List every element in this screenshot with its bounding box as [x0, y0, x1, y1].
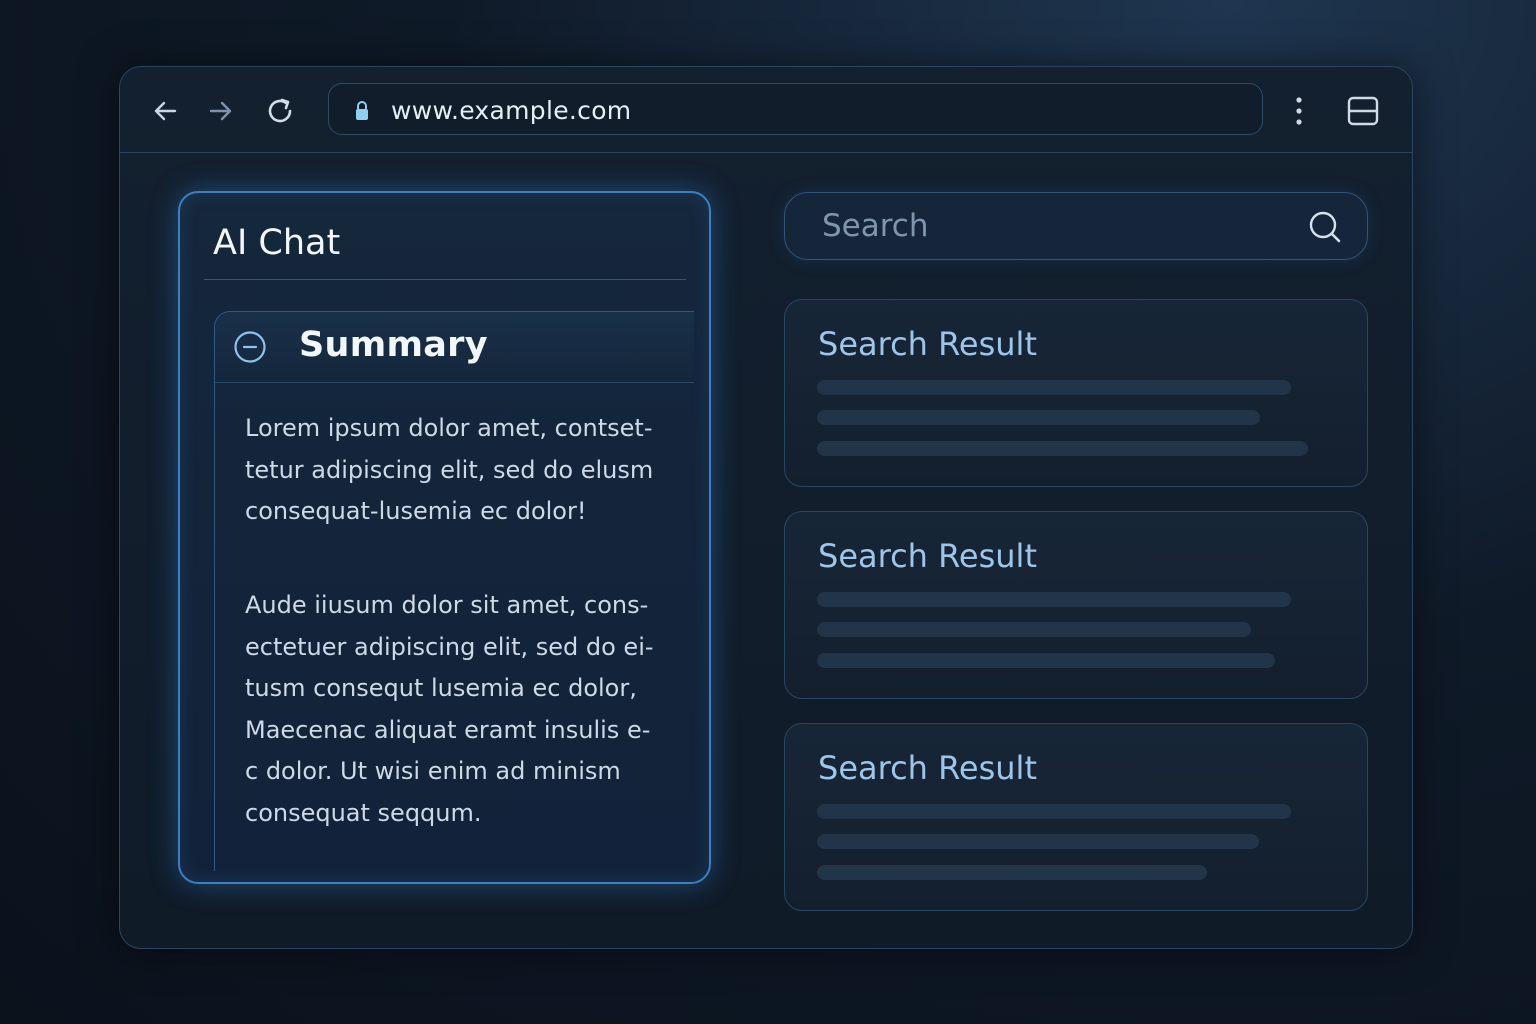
url-text: www.example.com	[391, 96, 632, 125]
skeleton-line	[817, 653, 1275, 668]
chat-title: AI Chat	[213, 223, 341, 263]
arrow-left-icon	[154, 101, 177, 121]
search-input[interactable]: Search	[784, 192, 1368, 260]
back-button[interactable]	[147, 93, 183, 129]
ai-chat-panel: AI Chat Summary Lorem ipsum dolor amet, …	[178, 191, 711, 884]
skeleton-line	[817, 622, 1251, 637]
window-button[interactable]	[1346, 94, 1380, 128]
search-icon[interactable]	[1307, 209, 1343, 245]
result-title: Search Result	[818, 749, 1037, 787]
skeleton-line	[817, 592, 1291, 607]
reload-icon	[268, 98, 292, 123]
kebab-menu-icon	[1296, 97, 1302, 125]
skeleton-line	[817, 441, 1308, 456]
collapse-minus-icon[interactable]	[233, 330, 267, 364]
chat-divider	[204, 279, 686, 280]
result-title: Search Result	[818, 325, 1037, 363]
skeleton-line	[817, 834, 1259, 849]
address-bar[interactable]: www.example.com	[328, 83, 1263, 135]
summary-header[interactable]: Summary	[215, 312, 694, 383]
search-placeholder: Search	[822, 208, 929, 244]
browser-toolbar: www.example.com	[120, 67, 1412, 153]
browser-window: www.example.com AI Chat Summary Lorem ip…	[119, 66, 1413, 949]
browser-menu-button[interactable]	[1283, 93, 1315, 129]
window-icon	[1347, 96, 1379, 126]
forward-button[interactable]	[203, 93, 239, 129]
skeleton-line	[817, 804, 1291, 819]
arrow-right-icon	[209, 101, 232, 121]
search-result-card[interactable]: Search Result	[784, 723, 1368, 911]
search-result-card[interactable]: Search Result	[784, 299, 1368, 487]
search-result-card[interactable]: Search Result	[784, 511, 1368, 699]
summary-paragraph: Lorem ipsum dolor amet, contset- tetur a…	[245, 414, 654, 525]
skeleton-line	[817, 380, 1291, 395]
summary-title: Summary	[299, 325, 488, 365]
skeleton-line	[817, 410, 1260, 425]
result-title: Search Result	[818, 537, 1037, 575]
summary-card: Summary Lorem ipsum dolor amet, contset-…	[214, 311, 694, 871]
summary-paragraph: Aude iiusum dolor sit amet, cons- ectetu…	[245, 591, 654, 827]
skeleton-line	[817, 865, 1207, 880]
reload-button[interactable]	[262, 93, 298, 129]
lock-icon	[356, 101, 368, 120]
